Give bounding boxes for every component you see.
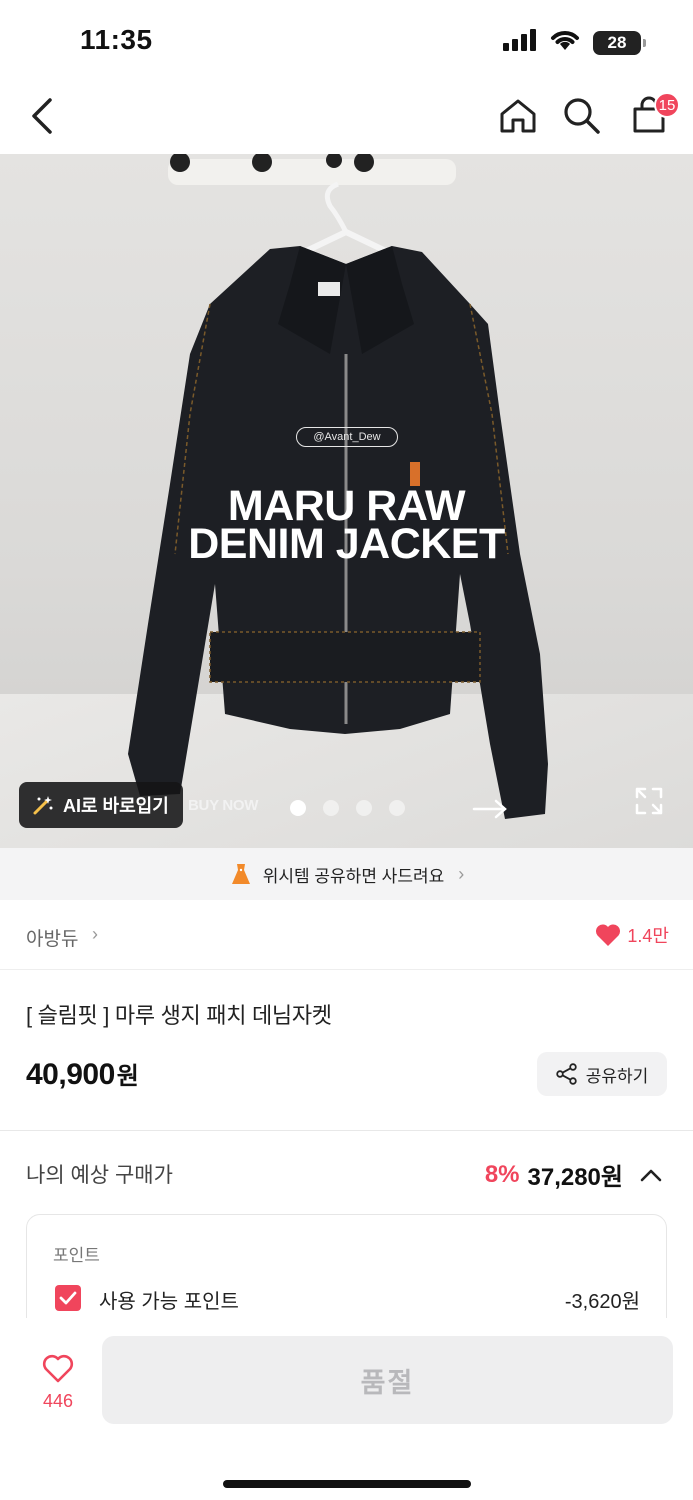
wish-share-banner[interactable]: 위시템 공유하면 사드려요 › xyxy=(0,848,693,900)
signal-icon xyxy=(503,29,537,56)
brand-name-link[interactable]: 아방듀 xyxy=(26,924,78,951)
heart-filled-icon xyxy=(596,924,621,946)
expected-price-row[interactable]: 나의 예상 구매가 8% 37,280원 xyxy=(0,1131,693,1211)
carousel-dot[interactable] xyxy=(389,800,405,816)
arrow-right-icon xyxy=(472,794,508,829)
expected-price-value: 37,280원 xyxy=(527,1164,624,1191)
product-title: [ 슬림핏 ] 마루 생지 패치 데님자켓 xyxy=(26,1003,332,1028)
bottom-action-bar: 446 품절 xyxy=(0,1318,693,1500)
cart-button[interactable]: 15 xyxy=(626,92,680,138)
available-points-label: 사용 가능 포인트 xyxy=(99,1291,239,1313)
search-icon xyxy=(564,98,600,134)
search-button[interactable] xyxy=(560,94,604,138)
points-title: 포인트 xyxy=(53,1246,100,1265)
home-indicator xyxy=(223,1480,471,1488)
back-arrow-icon xyxy=(32,98,52,134)
sold-out-button[interactable]: 품절 xyxy=(102,1336,673,1424)
carousel-dot[interactable] xyxy=(323,800,339,816)
carousel-dot[interactable] xyxy=(290,800,306,816)
product-price: 40,900원 xyxy=(26,1056,139,1092)
hero-title-line2: DENIM JACKET xyxy=(188,520,505,568)
home-button[interactable] xyxy=(496,94,540,138)
expected-price-label: 나의 예상 구매가 xyxy=(26,1164,173,1187)
fullscreen-expand-icon[interactable] xyxy=(634,786,664,816)
brand-row: 아방듀 › 1.4만 xyxy=(0,900,693,970)
ai-try-on-button[interactable]: AI로 바로입기 xyxy=(19,782,183,828)
wishlist-count: 446 xyxy=(42,1391,74,1411)
top-nav-bar: 15 xyxy=(0,78,693,154)
status-time: 11:35 xyxy=(80,24,153,55)
brand-like-count: 1.4만 xyxy=(627,926,669,946)
price-unit: 원 xyxy=(116,1063,139,1090)
wifi-icon xyxy=(549,28,581,57)
use-points-checkbox[interactable] xyxy=(55,1285,81,1311)
back-button[interactable] xyxy=(22,94,62,138)
magic-wand-icon xyxy=(33,796,53,815)
checkmark-icon xyxy=(59,1291,77,1305)
expected-price-summary: 8% 37,280원 xyxy=(485,1157,663,1192)
status-icons: 28 xyxy=(503,28,646,57)
ai-try-on-label: AI로 바로입기 xyxy=(63,796,169,816)
product-image-carousel[interactable]: @Avant_Dew MARU RAW DENIM JACKET AI로 바로입… xyxy=(0,154,693,848)
share-label: 공유하기 xyxy=(585,1066,649,1086)
share-icon xyxy=(556,1063,577,1085)
share-button[interactable]: 공유하기 xyxy=(537,1052,667,1096)
chevron-right-icon: › xyxy=(92,924,98,944)
status-bar: 11:35 28 xyxy=(0,0,693,78)
chevron-right-icon: › xyxy=(458,863,465,884)
discount-rate: 8% xyxy=(484,1160,520,1188)
home-icon xyxy=(500,99,536,133)
wishlist-button[interactable]: 446 xyxy=(30,1354,86,1412)
wish-banner-text: 위시템 공유하면 사드려요 xyxy=(262,866,445,886)
heart-outline-icon xyxy=(42,1354,74,1383)
battery-indicator: 28 xyxy=(593,30,646,55)
carousel-dots xyxy=(290,800,405,816)
brand-like-button[interactable]: 1.4만 xyxy=(595,922,669,948)
buy-now-text: BUY NOW xyxy=(188,797,259,814)
chevron-up-icon[interactable] xyxy=(639,1167,663,1183)
available-points-value: -3,620원 xyxy=(564,1291,640,1313)
carousel-dot[interactable] xyxy=(356,800,372,816)
price-value: 40,900 xyxy=(26,1058,115,1091)
cart-count-badge: 15 xyxy=(654,92,680,118)
hero-handle-tag: @Avant_Dew xyxy=(296,427,398,447)
dress-icon xyxy=(231,864,250,884)
